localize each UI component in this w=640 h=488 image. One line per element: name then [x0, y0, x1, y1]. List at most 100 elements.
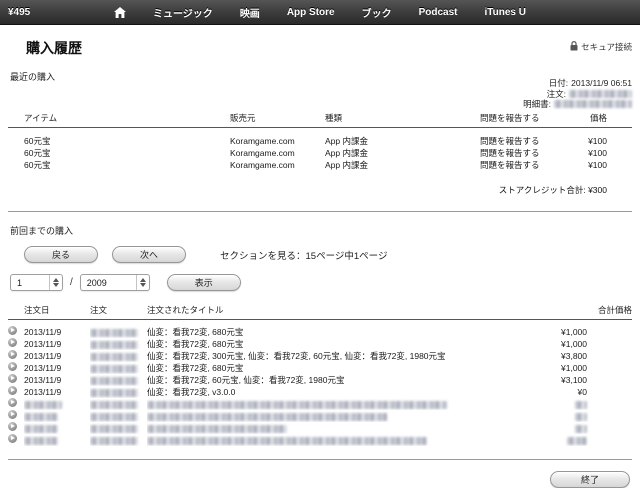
type-cell: App 内課金	[325, 148, 368, 158]
order-detail-arrow-icon[interactable]	[8, 422, 17, 431]
price-cell: ¥100	[588, 148, 607, 158]
section-page-info: セクションを見る：15ページ中1ページ	[220, 250, 388, 262]
year-select[interactable]: 2009	[79, 274, 150, 291]
order-titles-redacted	[147, 436, 427, 445]
table-row-redacted	[0, 422, 640, 434]
order-date-cell: 2013/11/9	[24, 351, 62, 361]
order-date-redacted	[24, 436, 58, 445]
section-divider	[8, 211, 632, 212]
item-cell: 60元宝	[24, 148, 51, 158]
order-date-cell: 2013/11/9	[24, 375, 62, 385]
next-button[interactable]: 次へ	[112, 246, 186, 263]
order-detail-arrow-icon[interactable]	[8, 374, 17, 383]
order-id-redacted	[90, 436, 138, 445]
previous-purchases-label: 前回までの購入	[10, 226, 74, 236]
seller-cell: Koramgame.com	[230, 160, 295, 170]
order-titles-redacted	[147, 400, 447, 409]
order-id-redacted	[90, 340, 138, 349]
price-cell: ¥100	[588, 160, 607, 170]
page-header: 購入履歴 セキュア接続	[0, 25, 640, 58]
order-id-redacted	[90, 400, 138, 409]
order-id-redacted	[569, 89, 632, 98]
order-id-redacted	[90, 352, 138, 361]
select-separator: /	[70, 277, 73, 288]
table-row-redacted	[0, 398, 640, 410]
type-cell: App 内課金	[325, 136, 368, 146]
item-cell: 60元宝	[24, 136, 51, 146]
col-header-total-price: 合計価格	[597, 305, 632, 315]
page-select-controls: 1 / 2009 表示	[10, 274, 640, 291]
table-row: 2013/11/9 仙変：看我72変, 680元宝 ¥1,000	[0, 326, 640, 338]
invoice-id-redacted	[554, 100, 632, 109]
table-row: 2013/11/9 仙変：看我72変, 680元宝 ¥1,000	[0, 362, 640, 374]
page-select-value: 1	[17, 277, 23, 288]
back-button[interactable]: 戻る	[24, 246, 98, 263]
col-header-seller: 販売元	[230, 113, 256, 123]
total-price-cell: ¥0	[577, 387, 587, 397]
nav-item-itunesu[interactable]: iTunes U	[485, 7, 526, 18]
total-price-cell: ¥1,000	[561, 327, 587, 337]
year-select-value: 2009	[86, 277, 107, 288]
order-titles-cell: 仙変：看我72変, 680元宝	[147, 327, 244, 337]
total-price-cell: ¥1,000	[561, 363, 587, 373]
order-detail-arrow-icon[interactable]	[8, 338, 17, 347]
total-price-redacted	[575, 424, 587, 433]
col-header-order: 注文	[90, 305, 108, 315]
report-problem-link[interactable]: 問題を報告する	[480, 147, 542, 159]
total-price-cell: ¥3,800	[561, 351, 587, 361]
page-select[interactable]: 1	[10, 274, 63, 291]
nav-item-podcast[interactable]: Podcast	[419, 7, 458, 18]
seller-cell: Koramgame.com	[230, 136, 295, 146]
home-icon[interactable]	[114, 6, 126, 18]
table-row-redacted	[0, 410, 640, 422]
order-id-redacted	[90, 328, 138, 337]
order-titles-cell: 仙変：看我72変, 680元宝	[147, 339, 244, 349]
total-price-redacted	[575, 400, 587, 409]
secure-connection-label: セキュア接続	[581, 42, 632, 52]
store-credit-total: ストアクレジット合計: ¥300	[498, 185, 607, 195]
nav-item-movies[interactable]: 映画	[240, 5, 260, 20]
order-detail-arrow-icon[interactable]	[8, 398, 17, 407]
order-detail-arrow-icon[interactable]	[8, 386, 17, 395]
nav-item-appstore[interactable]: App Store	[287, 7, 335, 18]
order-detail-arrow-icon[interactable]	[8, 326, 17, 335]
nav-menu: ミュージック 映画 App Store ブック Podcast iTunes U	[114, 5, 526, 20]
item-cell: 60元宝	[24, 160, 51, 170]
nav-item-music[interactable]: ミュージック	[153, 5, 213, 20]
order-date-redacted	[24, 424, 58, 433]
seller-cell: Koramgame.com	[230, 148, 295, 158]
col-header-price: 価格	[589, 113, 607, 123]
order-id-redacted	[90, 376, 138, 385]
order-date-cell: 2013/11/9	[24, 387, 62, 397]
show-button[interactable]: 表示	[166, 274, 241, 291]
order-id-redacted	[90, 364, 138, 373]
order-detail-arrow-icon[interactable]	[8, 434, 17, 443]
table-row: 60元宝 Koramgame.com App 内課金 問題を報告する ¥100	[0, 159, 640, 171]
order-titles-redacted	[147, 424, 287, 433]
pagination-controls: 戻る 次へ セクションを見る：15ページ中1ページ	[24, 246, 640, 263]
recent-table-header: アイテム 販売元 種類 問題を報告する 価格	[0, 112, 640, 127]
order-date-cell: 2013/11/9	[24, 327, 62, 337]
order-date-cell: 2013/11/9	[24, 363, 62, 373]
report-problem-link[interactable]: 問題を報告する	[480, 135, 542, 147]
invoice-label: 明細書:	[523, 99, 551, 109]
order-detail-arrow-icon[interactable]	[8, 410, 17, 419]
order-detail-arrow-icon[interactable]	[8, 362, 17, 371]
lock-icon	[570, 41, 578, 53]
table-row: 60元宝 Koramgame.com App 内課金 問題を報告する ¥100	[0, 135, 640, 147]
table-row: 2013/11/9 仙変：看我72変, 300元宝, 仙変：看我72変, 60元…	[0, 350, 640, 362]
order-date-cell: 2013/11/9	[24, 339, 62, 349]
recent-table-rows: 60元宝 Koramgame.com App 内課金 問題を報告する ¥100 …	[0, 135, 640, 171]
account-balance[interactable]: ¥495	[8, 7, 30, 18]
col-header-titles: 注文されたタイトル	[147, 305, 224, 315]
type-cell: App 内課金	[325, 160, 368, 170]
order-id-redacted	[90, 388, 138, 397]
nav-item-books[interactable]: ブック	[362, 5, 392, 20]
recent-table-rule	[8, 127, 632, 128]
order-titles-redacted	[147, 412, 387, 421]
total-price-redacted	[567, 436, 587, 445]
order-detail-arrow-icon[interactable]	[8, 350, 17, 359]
report-problem-link[interactable]: 問題を報告する	[480, 159, 542, 171]
total-price-cell: ¥1,000	[561, 339, 587, 349]
page-title: 購入履歴	[26, 40, 82, 56]
